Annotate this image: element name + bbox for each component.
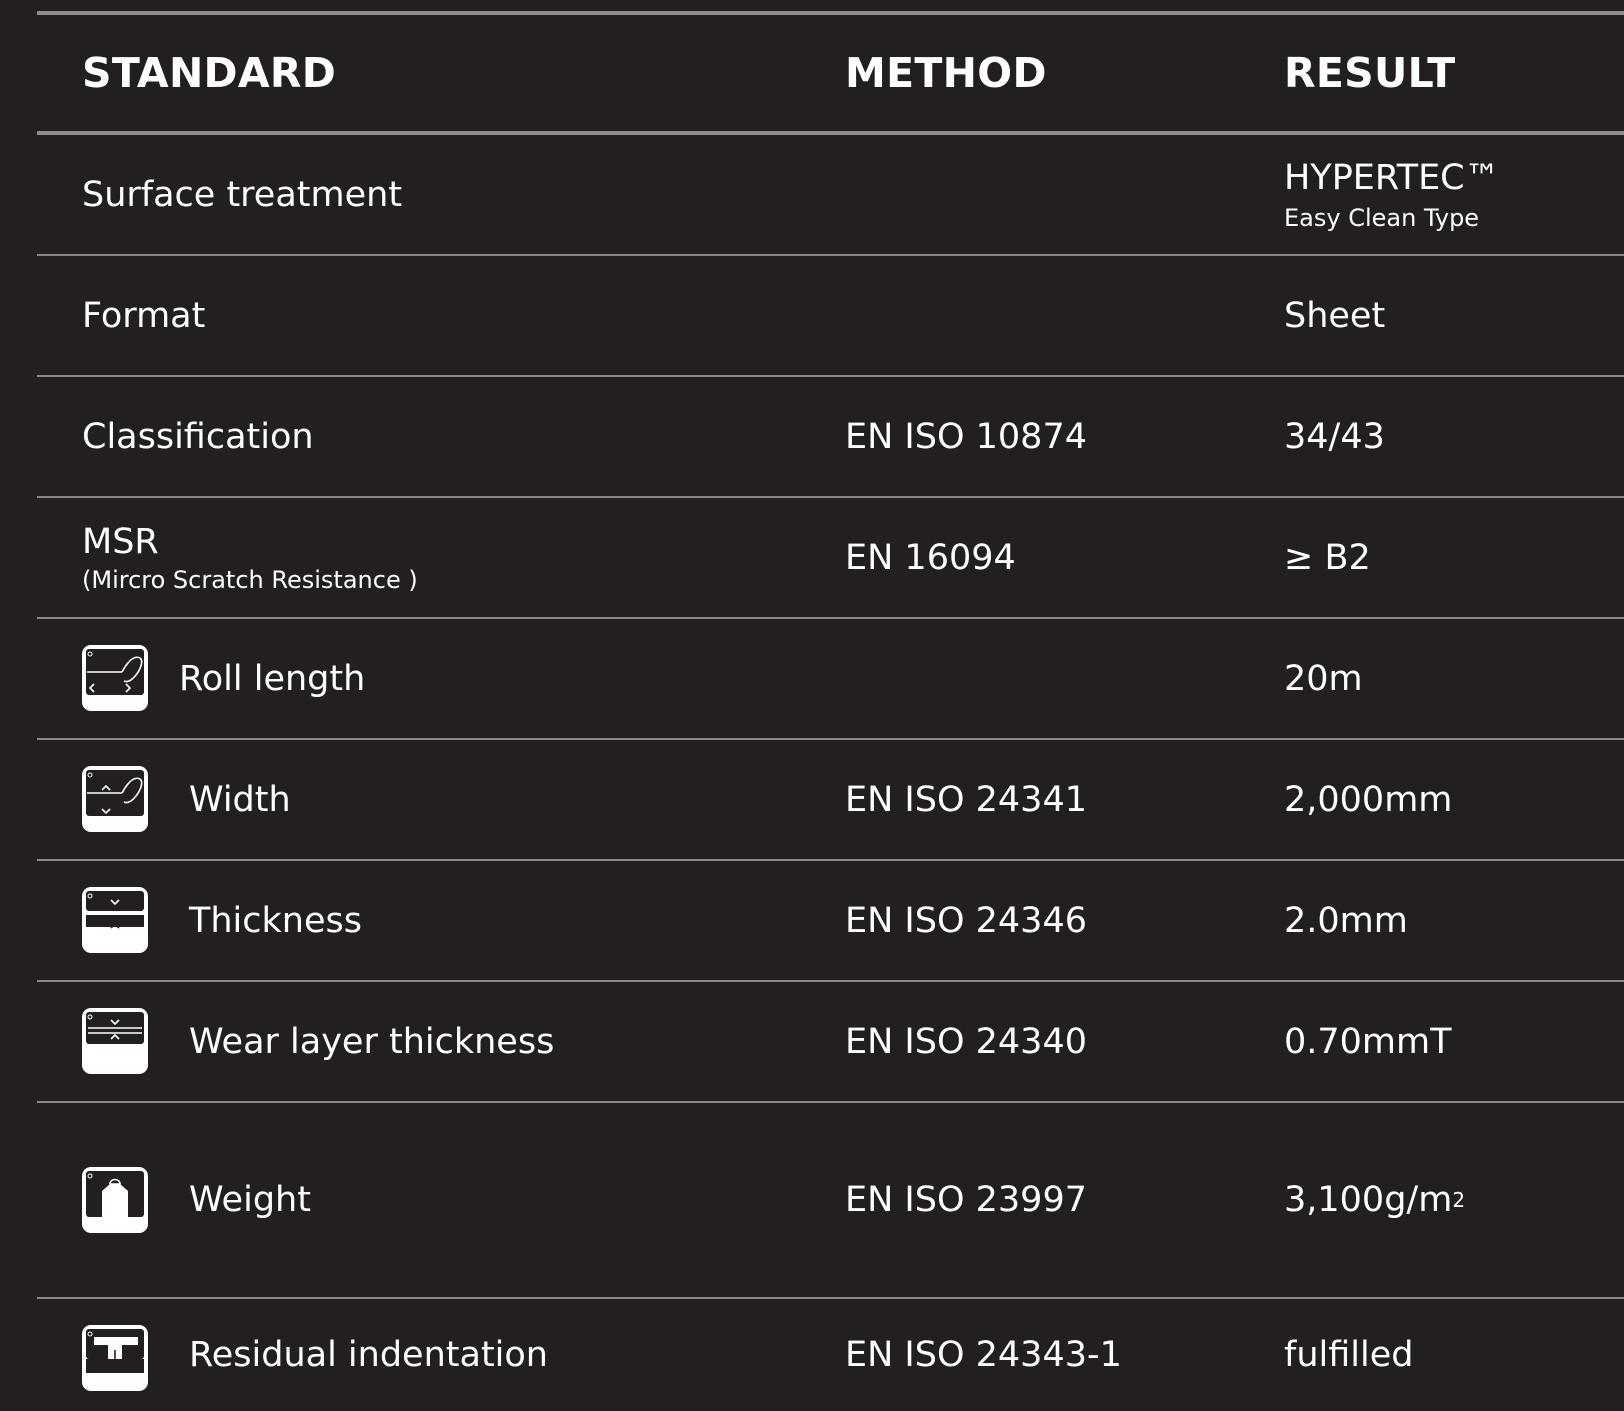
thickness-icon [82,887,148,953]
row-standard-surface-treatment: Surface treatment [82,174,403,215]
row-method-classification: EN ISO 10874 [845,416,1087,457]
header-standard: STANDARD [82,49,337,97]
row-method-residual-indentation: EN ISO 24343-1 [845,1335,1122,1375]
row-standard-format: Format [82,295,206,336]
row-result-format: Sheet [1284,295,1386,336]
row-method-thickness: EN ISO 24346 [845,900,1087,941]
header-method: METHOD [845,49,1047,97]
row-result-width: 2,000mm [1284,779,1453,820]
row-result-classification: 34/43 [1284,416,1385,457]
standard-msr-sub: (Mircro Scratch Resistance ) [82,565,418,594]
row-standard-msr: MSR (Mircro Scratch Resistance ) [82,498,418,617]
row-divider [37,254,1624,256]
row-result-wear-layer: 0.70mmT [1284,1021,1452,1062]
width-icon [82,766,148,832]
result-hypertec: HYPERTEC™ [1284,157,1500,198]
header-result: RESULT [1284,49,1456,97]
row-standard-wear-layer: Wear layer thickness [189,1021,555,1062]
row-result-surface-treatment: HYPERTEC™ Easy Clean Type [1284,135,1500,254]
row-result-weight: 3,100g/m 2 [1284,1103,1465,1297]
result-easy-clean-type: Easy Clean Type [1284,203,1480,232]
row-standard-weight: Weight [189,1180,311,1220]
row-standard-thickness: Thickness [189,900,362,941]
row-method-wear-layer: EN ISO 24340 [845,1021,1087,1062]
result-weight-value: 3,100g/m [1284,1180,1453,1220]
weight-icon [82,1167,148,1233]
row-standard-width: Width [189,779,291,820]
row-method-msr: EN 16094 [845,537,1016,578]
standard-msr-label: MSR [82,521,159,562]
residual-indentation-icon [82,1325,148,1391]
row-method-width: EN ISO 24341 [845,779,1087,820]
row-result-residual-indentation: fulfilled [1284,1335,1414,1375]
row-standard-residual-indentation: Residual indentation [189,1335,548,1375]
row-result-thickness: 2.0mm [1284,900,1408,941]
row-standard-roll-length: Roll length [179,658,366,699]
roll-length-icon [82,645,148,711]
row-result-roll-length: 20m [1284,658,1363,699]
wear-layer-icon [82,1008,148,1074]
row-result-msr: ≥ B2 [1284,537,1371,578]
row-method-weight: EN ISO 23997 [845,1180,1087,1220]
result-weight-exponent: 2 [1452,1188,1466,1212]
row-standard-classification: Classification [82,416,314,457]
